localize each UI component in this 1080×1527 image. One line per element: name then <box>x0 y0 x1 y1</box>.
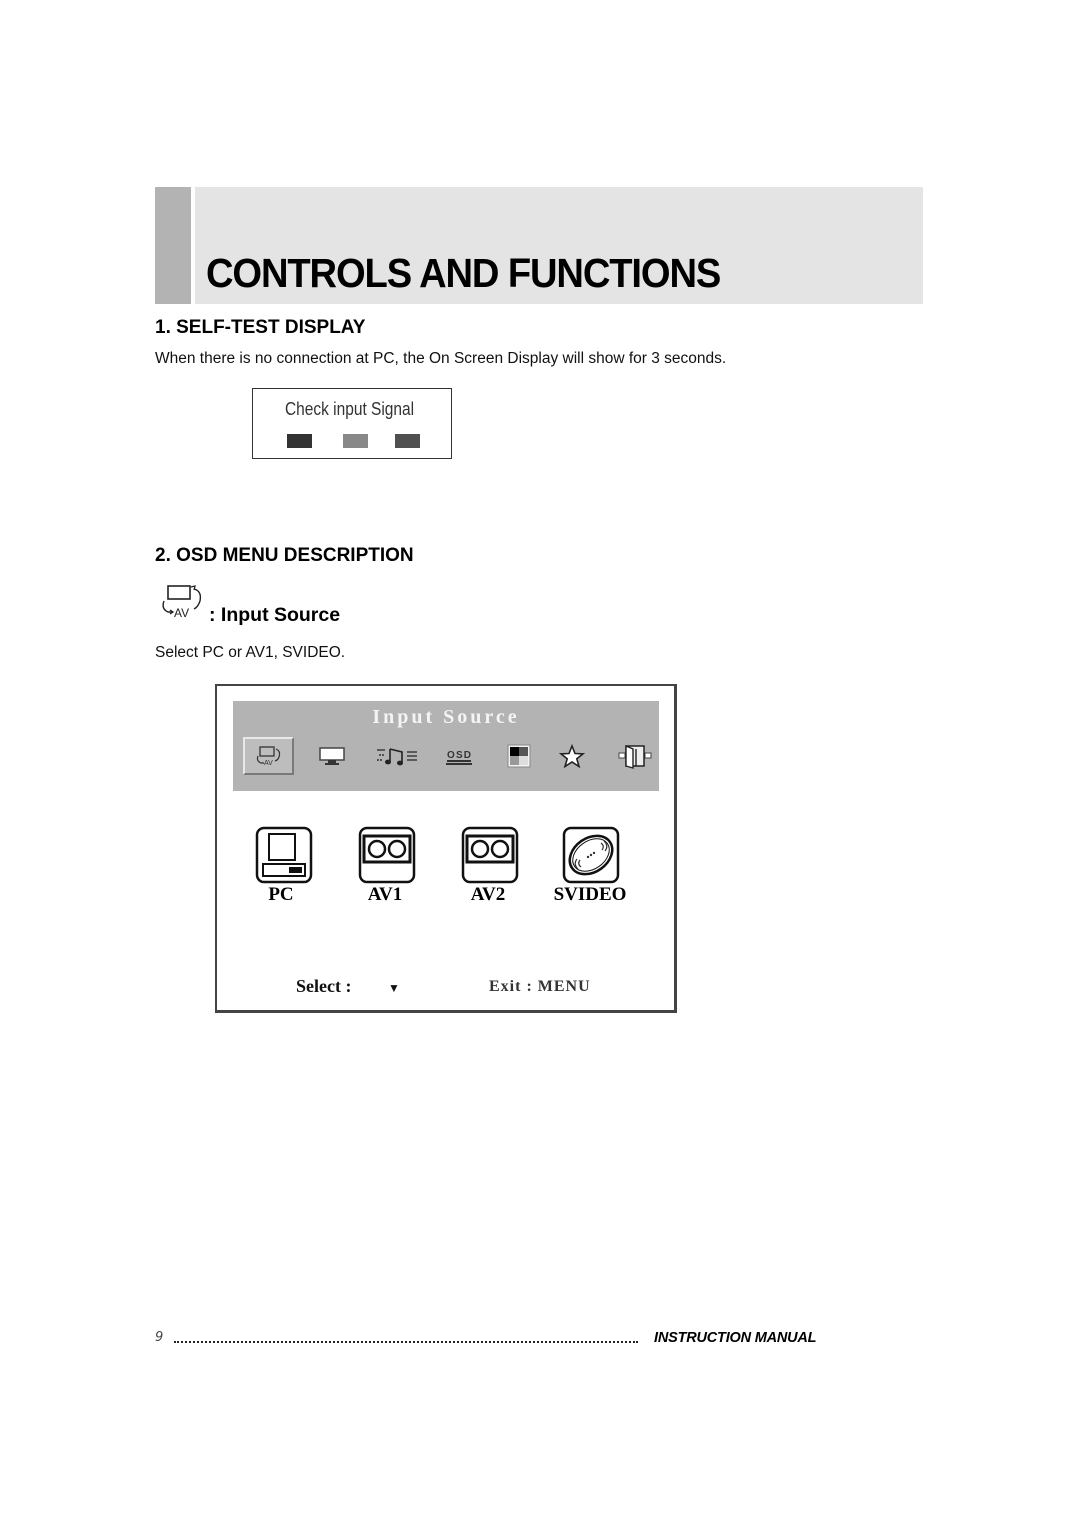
osd-tab-picture[interactable] <box>309 738 355 774</box>
svg-text:OSD: OSD <box>447 750 471 761</box>
osd-select-hint: Select : <box>296 976 352 996</box>
vcr-icon <box>461 826 519 884</box>
audio-icon <box>377 748 417 766</box>
osd-menu-title: Input Source <box>372 706 520 728</box>
source-option-av1[interactable] <box>358 826 416 884</box>
input-source-icon: AV <box>158 583 206 621</box>
page-number: 9 <box>155 1330 164 1345</box>
osd-exit-hint: Exit : MENU <box>489 978 591 995</box>
source-option-svideo[interactable] <box>562 826 620 884</box>
svideo-disc-icon <box>562 826 620 884</box>
source-label-av1: AV1 <box>367 884 403 905</box>
color-icon <box>507 744 531 768</box>
osd-tab-input-source[interactable]: AV <box>243 737 294 775</box>
select-down-arrow-icon: ▼ <box>388 981 400 995</box>
signal-swatch-2 <box>343 434 368 448</box>
input-source-icon: AV <box>256 746 280 767</box>
osd-tab-osd-settings[interactable]: OSD <box>436 738 482 774</box>
signal-swatch-1 <box>287 434 312 448</box>
source-option-av2[interactable] <box>461 826 519 884</box>
input-source-description: Select PC or AV1, SVIDEO. <box>155 644 346 661</box>
osd-tab-exit[interactable] <box>612 738 658 774</box>
pc-icon <box>255 826 313 884</box>
vcr-icon <box>358 826 416 884</box>
osd-tab-audio[interactable] <box>374 738 420 774</box>
header-accent-stripe <box>155 187 191 304</box>
source-option-pc[interactable] <box>255 826 313 884</box>
check-signal-message: Check input Signal <box>285 399 415 419</box>
osd-settings-icon: OSD <box>446 750 472 765</box>
exit-door-icon <box>618 744 652 769</box>
self-test-description: When there is no connection at PC, the O… <box>155 350 727 367</box>
osd-tab-color[interactable] <box>496 738 542 774</box>
page-title: CONTROLS AND FUNCTIONS <box>206 250 721 296</box>
section-heading-self-test: 1. SELF-TEST DISPLAY <box>155 317 366 338</box>
section-heading-osd-menu: 2. OSD MENU DESCRIPTION <box>155 545 414 566</box>
input-source-label: : Input Source <box>209 604 341 626</box>
source-label-svideo: SVIDEO <box>553 884 627 905</box>
footer-manual-title: INSTRUCTION MANUAL <box>654 1330 817 1346</box>
source-label-pc: PC <box>268 884 294 905</box>
signal-swatch-3 <box>395 434 420 448</box>
footer-dotted-leader <box>174 1331 638 1343</box>
svg-text:AV: AV <box>264 760 273 767</box>
svg-text:AV: AV <box>174 606 189 620</box>
monitor-icon <box>319 747 345 765</box>
source-label-av2: AV2 <box>470 884 506 905</box>
osd-tab-favorites[interactable] <box>549 738 595 774</box>
favorite-star-icon <box>559 744 585 768</box>
